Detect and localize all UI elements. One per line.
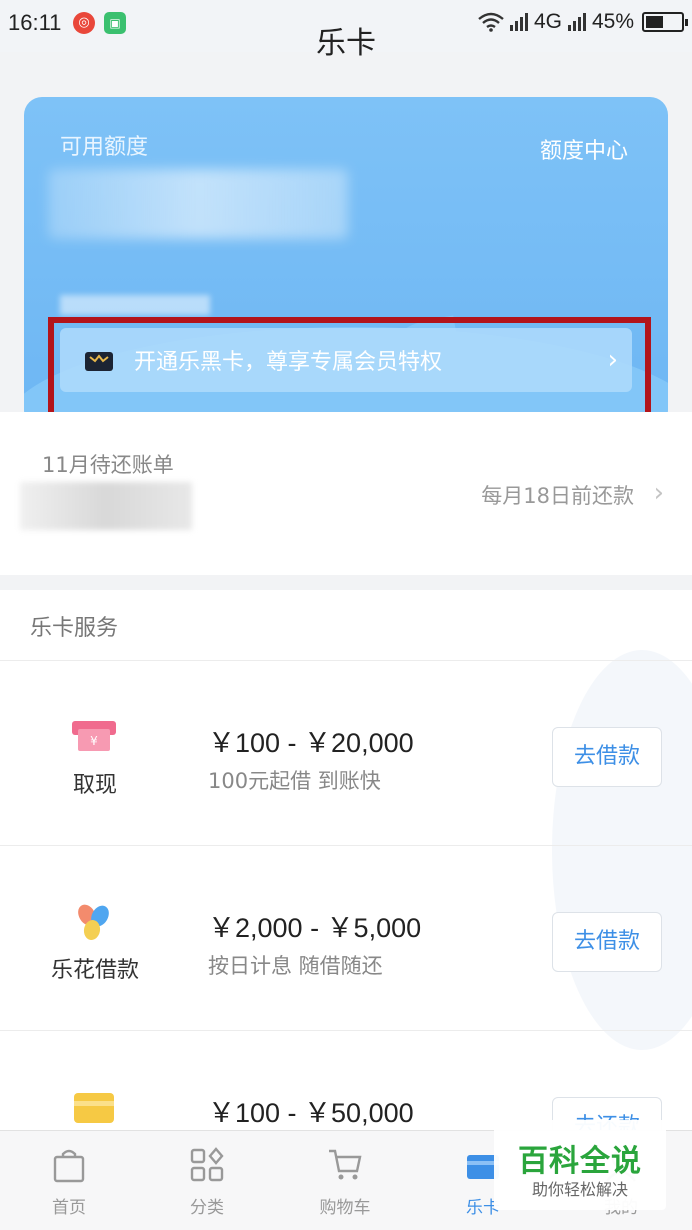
card-icon [74, 1093, 114, 1123]
blurred-subtext [60, 295, 210, 315]
quota-center-link[interactable]: 额度中心 [540, 133, 628, 165]
service-range: ￥100 - ￥20,000 [208, 728, 414, 758]
service-name: 乐花借款 [50, 958, 139, 983]
service-range: ￥100 - ￥50,000 [208, 1098, 414, 1128]
service-desc: 按日计息 随借随还 [208, 954, 383, 978]
watermark: 百科全说 助你轻松解决 [494, 1120, 666, 1210]
watermark-sub: 助你轻松解决 [531, 1180, 628, 1199]
chevron-right-icon: › [653, 478, 664, 508]
bill-title: 11月待还账单 [42, 453, 174, 477]
tab-category[interactable]: 分类 [138, 1131, 276, 1230]
service-range: ￥2,000 - ￥5,000 [208, 913, 422, 943]
service-name: 取现 [72, 773, 117, 798]
blurred-amount [48, 169, 348, 239]
lehua-icon [78, 904, 109, 940]
borrow-button[interactable]: 去借款 [552, 912, 662, 972]
borrow-button[interactable]: 去借款 [552, 727, 662, 787]
service-row-cash: ¥ 取现 ￥100 - ￥20,000 100元起借 到账快 去借款 [0, 661, 692, 845]
tab-label: 首页 [52, 1198, 86, 1218]
tab-home[interactable]: 首页 [0, 1131, 138, 1230]
svg-text:¥: ¥ [90, 734, 98, 748]
bill-section[interactable]: 11月待还账单 每月18日前还款 › [0, 412, 692, 575]
service-row-third: ￥100 - ￥50,000 去还款 [0, 1031, 692, 1130]
available-quota-label: 可用额度 [60, 135, 149, 160]
tab-label: 分类 [190, 1198, 224, 1218]
services-section: 乐卡服务 ¥ 取现 ￥100 - ￥20,000 100元起借 到账快 去借款 … [0, 590, 692, 1130]
shopping-bag-icon [53, 1149, 85, 1183]
blurred-bill-amount [20, 482, 192, 530]
page-title: 乐卡 [316, 26, 376, 61]
service-row-lehua: 乐花借款 ￥2,000 - ￥5,000 按日计息 随借随还 去借款 [0, 846, 692, 1030]
services-title: 乐卡服务 [30, 616, 119, 641]
category-icon [190, 1147, 224, 1182]
tab-label: 购物车 [319, 1198, 371, 1218]
cash-icon: ¥ [72, 721, 116, 751]
cart-icon [329, 1149, 362, 1180]
tab-cart[interactable]: 购物车 [276, 1131, 414, 1230]
watermark-main: 百科全说 [518, 1144, 642, 1179]
highlight-box [48, 317, 651, 423]
service-desc: 100元起借 到账快 [208, 769, 381, 793]
bill-due-text: 每月18日前还款 [481, 484, 634, 508]
